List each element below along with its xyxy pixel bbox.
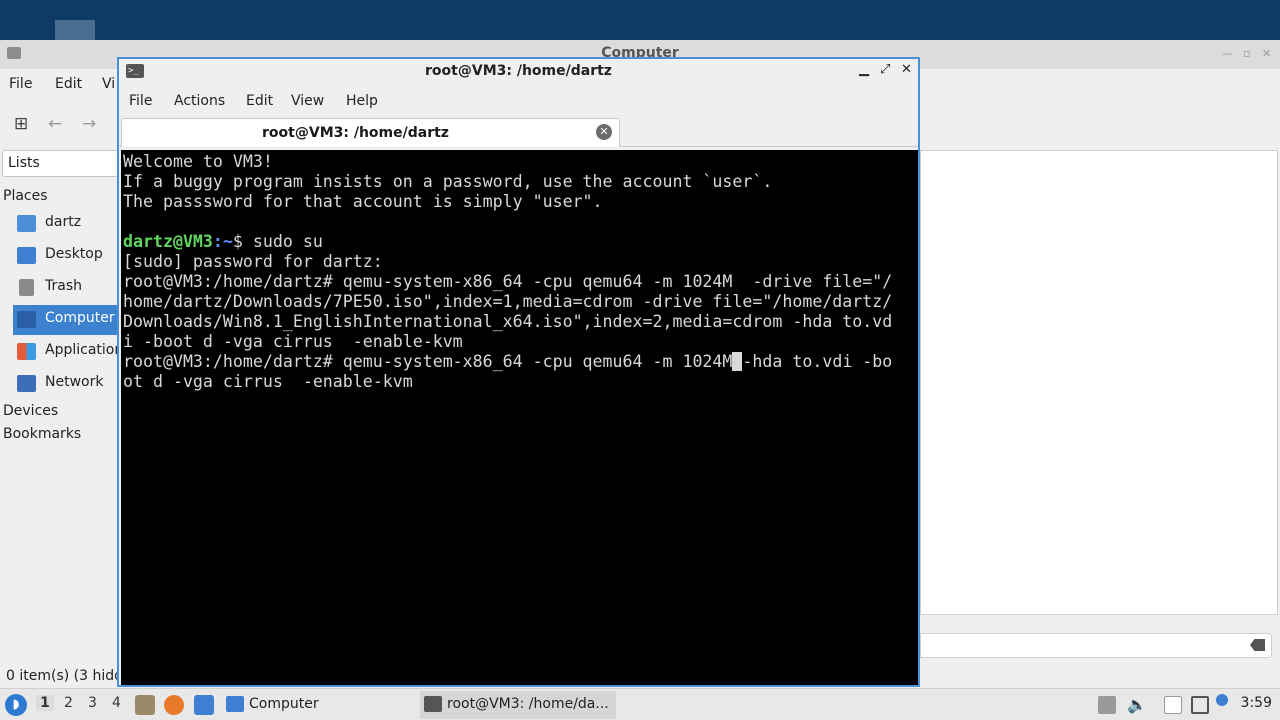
minimize-icon[interactable]: ▁ (859, 62, 869, 77)
close-icon[interactable]: ✕ (1262, 47, 1271, 60)
workspace-2[interactable]: 2 (64, 695, 73, 711)
sidebar-item-label: dartz (45, 214, 82, 230)
computer-icon (17, 311, 36, 328)
menu-file[interactable]: File (9, 76, 32, 92)
command-text: -hda to.vdi -bo (742, 352, 893, 371)
file-list-area[interactable] (920, 150, 1278, 615)
sidebar-item-label: Desktop (45, 246, 103, 262)
sidebar-item-label: Trash (45, 278, 82, 294)
terminal-line: home/dartz/Downloads/7PE50.iso",index=1,… (123, 292, 893, 311)
tab-label: root@VM3: /home/dartz (262, 125, 449, 141)
task-computer[interactable]: Computer (222, 691, 418, 719)
menu-view[interactable]: View (291, 93, 324, 109)
tab-terminal[interactable]: root@VM3: /home/dartz ✕ (121, 118, 620, 147)
places-header: Places (3, 188, 48, 204)
clock[interactable]: 3:59 (1241, 695, 1272, 711)
sidebar-item-dartz[interactable]: dartz (13, 209, 120, 239)
maximize-icon[interactable]: ▫ (1243, 47, 1250, 60)
bookmarks-header[interactable]: Bookmarks (3, 426, 81, 442)
prompt-user: dartz@VM3 (123, 232, 213, 251)
desktop-tile (55, 20, 95, 40)
terminal-line: Welcome to VM3! (123, 152, 273, 171)
text-cursor (732, 352, 743, 371)
network-status-icon[interactable] (1191, 696, 1209, 714)
workspace-4[interactable]: 4 (112, 695, 121, 711)
terminal-line: ot d -vga cirrus -enable-kvm (123, 372, 413, 391)
close-icon[interactable]: ✕ (901, 62, 912, 77)
terminal-line: root@VM3:/home/dartz# qemu-system-x86_64… (123, 352, 916, 372)
window-title: root@VM3: /home/dartz (425, 63, 612, 79)
command-text: root@VM3:/home/dartz# qemu-system-x86_64… (123, 352, 733, 371)
forward-icon[interactable]: → (82, 114, 96, 134)
terminal-output[interactable]: Welcome to VM3! If a buggy program insis… (121, 150, 918, 685)
desktop-icon (17, 247, 36, 264)
terminal-menubar: File Actions Edit View Help (119, 87, 918, 115)
start-menu-icon[interactable]: ◗ (5, 694, 27, 716)
terminal-line: root@VM3:/home/dartz# qemu-system-x86_64… (123, 272, 893, 291)
back-icon[interactable]: ← (48, 114, 62, 134)
minimize-icon[interactable]: — (1222, 47, 1233, 60)
workspace-3[interactable]: 3 (88, 695, 97, 711)
menu-file[interactable]: File (129, 93, 152, 109)
prompt-path: :~ (212, 232, 233, 251)
filter-input[interactable] (920, 633, 1272, 658)
show-desktop-icon[interactable] (194, 695, 214, 715)
new-window-icon[interactable]: ⊞ (14, 114, 28, 134)
terminal-tabbar: root@VM3: /home/dartz ✕ (119, 117, 918, 147)
task-terminal[interactable]: root@VM3: /home/da... (420, 691, 616, 719)
folder-icon (226, 696, 244, 712)
terminal-line: Downloads/Win8.1_EnglishInternational_x6… (123, 312, 893, 331)
file-manager-toolbar: ⊞ ← → (0, 108, 120, 138)
terminal-line: If a buggy program insists on a password… (123, 172, 773, 191)
desktop-background (0, 0, 1280, 40)
notification-icon[interactable] (1098, 696, 1116, 714)
volume-icon[interactable]: 🔈 (1127, 696, 1147, 714)
workspace-1[interactable]: 1 (36, 695, 54, 711)
terminal-window: >_ root@VM3: /home/dartz ▁ ⤢ ✕ File Acti… (117, 57, 920, 687)
applications-icon (17, 343, 36, 360)
file-manager-menubar: File Edit Vi (0, 69, 120, 99)
sidebar-item-label: Computer (45, 310, 115, 326)
network-icon (17, 375, 36, 392)
maximize-icon[interactable]: ⤢ (880, 62, 890, 77)
command-text: $ sudo su (232, 232, 323, 251)
file-manager-launcher-icon[interactable] (135, 695, 155, 715)
menu-view[interactable]: Vi (102, 76, 115, 92)
task-label: root@VM3: /home/da... (447, 696, 609, 712)
trash-icon (19, 279, 34, 296)
terminal-icon (424, 696, 442, 712)
terminal-line: [sudo] password for dartz: (123, 252, 383, 271)
clear-icon[interactable] (1250, 639, 1265, 651)
menu-actions[interactable]: Actions (174, 93, 225, 109)
sidebar-item-trash[interactable]: Trash (13, 273, 120, 303)
taskbar: ◗ 1 2 3 4 Computer root@VM3: /home/da...… (0, 688, 1280, 720)
firefox-icon[interactable] (164, 695, 184, 715)
terminal-line: i -boot d -vga cirrus -enable-kvm (123, 332, 463, 351)
close-tab-icon[interactable]: ✕ (596, 124, 612, 140)
terminal-line: dartz@VM3:~$ sudo su (123, 232, 916, 252)
sidebar-item-applications[interactable]: Applications (13, 337, 131, 367)
home-folder-icon (17, 215, 36, 232)
task-label: Computer (249, 696, 319, 712)
sidebar-item-computer[interactable]: Computer (13, 305, 120, 335)
sidebar-item-network[interactable]: Network (13, 369, 120, 399)
terminal-titlebar[interactable]: >_ root@VM3: /home/dartz ▁ ⤢ ✕ (119, 59, 918, 85)
menu-help[interactable]: Help (346, 93, 378, 109)
terminal-line: The passsword for that account is simply… (123, 192, 603, 211)
menu-edit[interactable]: Edit (246, 93, 273, 109)
menu-edit[interactable]: Edit (55, 76, 82, 92)
sidebar-item-desktop[interactable]: Desktop (13, 241, 120, 271)
status-bar: 0 item(s) (3 hidden) (6, 668, 120, 684)
devices-header[interactable]: Devices (3, 403, 58, 419)
update-icon[interactable] (1216, 694, 1228, 706)
clipboard-icon[interactable] (1164, 696, 1182, 714)
sidebar-mode-select[interactable]: Lists (2, 150, 120, 177)
sidebar-item-label: Network (45, 374, 104, 390)
